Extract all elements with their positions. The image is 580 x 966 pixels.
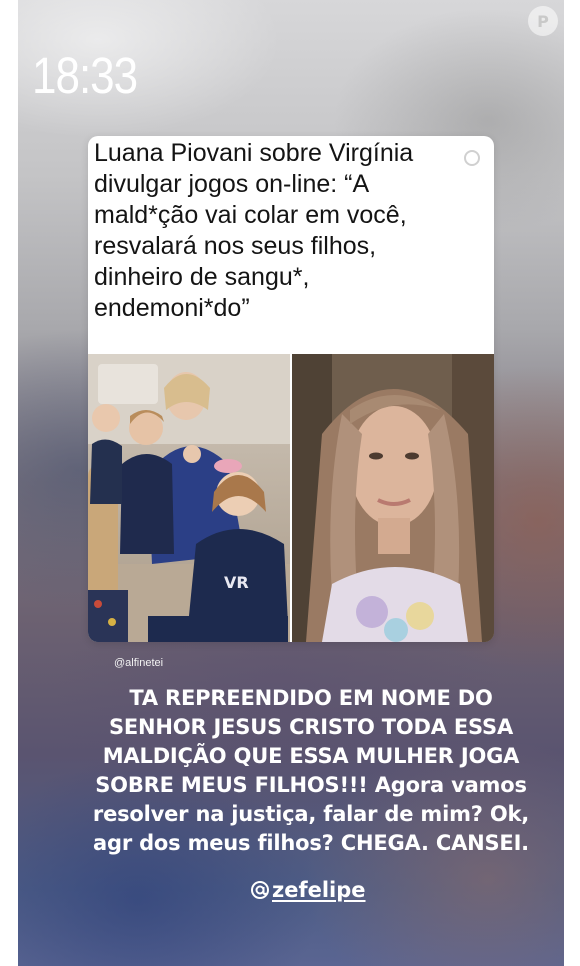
ring-icon: [464, 150, 480, 166]
portrait-photo-illustration: [292, 354, 494, 642]
mention-at-icon: [251, 881, 269, 899]
source-handle[interactable]: @alfinetei: [114, 657, 163, 669]
mention-username: zefelipe: [272, 878, 366, 902]
svg-text:VR: VR: [224, 573, 249, 592]
watermark-logo: P: [528, 6, 558, 36]
family-photo-illustration: VR: [88, 354, 290, 642]
family-photo: VR: [88, 354, 290, 642]
watermark-letter: P: [537, 11, 549, 31]
story-background: P 18:33 Luana Piovani sobre Virgínia div…: [18, 0, 564, 966]
news-card[interactable]: Luana Piovani sobre Virgínia divulgar jo…: [88, 136, 494, 642]
news-headline: Luana Piovani sobre Virgínia divulgar jo…: [94, 139, 414, 322]
story-caption: TA REPREENDIDO EM NOME DO SENHOR JESUS C…: [92, 686, 530, 855]
portrait-photo: [292, 354, 494, 642]
status-time: 18:33: [32, 48, 138, 105]
mention-sticker[interactable]: zefelipe: [250, 878, 366, 902]
